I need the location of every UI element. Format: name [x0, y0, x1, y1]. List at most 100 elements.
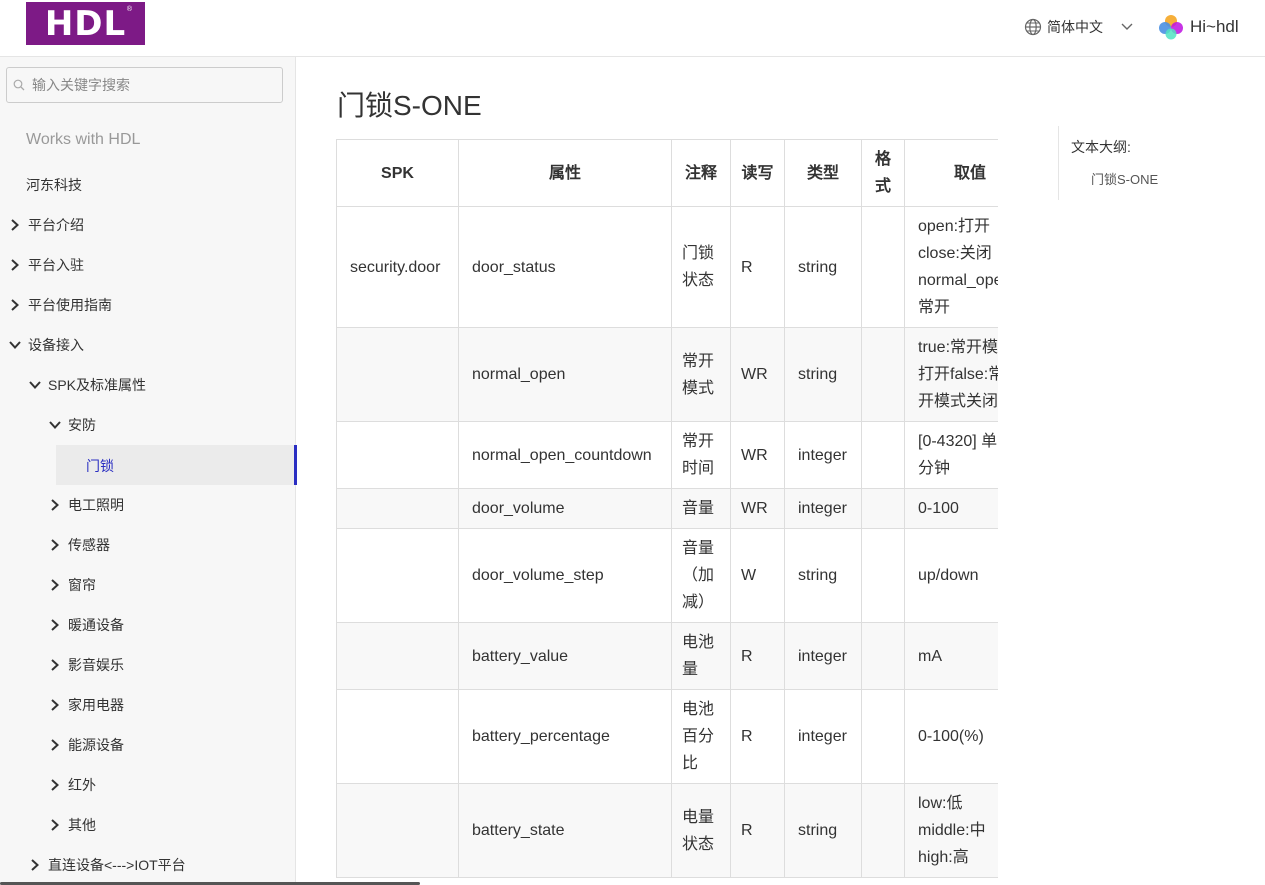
- read-write-cell: WR: [730, 421, 785, 489]
- sidebar-item-label: 红外: [68, 777, 96, 793]
- search-box[interactable]: [6, 67, 283, 103]
- sidebar-item[interactable]: 家用电器: [48, 693, 124, 717]
- chevron-down-icon[interactable]: [28, 380, 42, 390]
- read-write-cell: WR: [730, 488, 785, 529]
- sidebar-item[interactable]: 影音娱乐: [48, 653, 124, 677]
- table-row: battery_state 电量状态 Rstring low:低 middle:中 hig…: [336, 783, 998, 878]
- sidebar-item-label: 电工照明: [68, 497, 124, 513]
- sidebar-item[interactable]: 设备接入: [8, 333, 84, 357]
- sidebar-item[interactable]: 其他: [48, 813, 96, 837]
- outline-item[interactable]: 门锁S-ONE: [1091, 169, 1158, 188]
- header-value: 取值: [904, 139, 998, 207]
- sidebar-item-label: 平台介绍: [28, 217, 84, 233]
- sidebar-item-label: 影音娱乐: [68, 657, 124, 673]
- chevron-right-icon[interactable]: [8, 259, 22, 271]
- property-cell: battery_percentage: [458, 689, 672, 784]
- read-write-cell: W: [730, 528, 785, 623]
- header-spk: SPK: [336, 139, 459, 207]
- logo-registered-mark: ®: [126, 6, 132, 13]
- chevron-right-icon[interactable]: [48, 779, 62, 791]
- property-cell: door_status: [458, 206, 672, 328]
- note-cell: 音量（加减）: [671, 528, 731, 623]
- header-note: 注释: [671, 139, 731, 207]
- sidebar-item[interactable]: 安防: [48, 413, 96, 437]
- chevron-right-icon[interactable]: [48, 819, 62, 831]
- chevron-down-icon[interactable]: [48, 420, 62, 430]
- sidebar-item-label: 门锁: [86, 458, 114, 474]
- table-row: door_volume 音量 WR integer 0-100: [336, 488, 998, 529]
- chevron-right-icon[interactable]: [48, 539, 62, 551]
- user-menu[interactable]: Hi~hdl: [1158, 14, 1239, 40]
- sidebar-item-active[interactable]: 门锁: [56, 445, 297, 485]
- spk-cell: [336, 528, 459, 623]
- sidebar-item[interactable]: 平台入驻: [8, 253, 84, 277]
- header-type: 类型: [784, 139, 862, 207]
- value-line: low:低: [918, 795, 963, 812]
- sidebar-item[interactable]: 平台介绍: [8, 213, 84, 237]
- spk-cell: [336, 622, 459, 690]
- chevron-right-icon[interactable]: [48, 499, 62, 511]
- spk-cell: [336, 783, 459, 878]
- spk-cell: [336, 689, 459, 784]
- header-read-write: 读写: [730, 139, 785, 207]
- chevron-right-icon[interactable]: [48, 659, 62, 671]
- value-line: normal_ope: [918, 272, 998, 289]
- sidebar-item[interactable]: 红外: [48, 773, 96, 797]
- sidebar-item[interactable]: 窗帘: [48, 573, 96, 597]
- page-title: 门锁S-ONE: [337, 90, 482, 121]
- value-line: 0-100(%): [918, 728, 984, 745]
- value-line: high:高: [918, 849, 969, 866]
- language-selector[interactable]: 简体中文: [1024, 16, 1138, 38]
- language-label: 简体中文: [1047, 19, 1103, 35]
- sidebar-item[interactable]: SPK及标准属性: [28, 373, 146, 397]
- table-row: security.door door_status 门锁状态 Rstring open:…: [336, 206, 998, 328]
- chevron-right-icon[interactable]: [48, 619, 62, 631]
- sidebar-item[interactable]: 传感器: [48, 533, 110, 557]
- sidebar-item-label: 河东科技: [26, 177, 82, 193]
- value-line: open:打开: [918, 218, 991, 235]
- read-write-cell: R: [730, 206, 785, 328]
- note-cell: 门锁状态: [671, 206, 731, 328]
- value-line: mA: [918, 647, 942, 665]
- chevron-right-icon[interactable]: [48, 739, 62, 751]
- chevron-right-icon[interactable]: [48, 699, 62, 711]
- hdl-logo[interactable]: HDL ®: [26, 2, 145, 45]
- table-row: normal_open 常开模式 WR string true:常开模 打开false:常…: [336, 327, 998, 422]
- type-cell: string: [784, 528, 862, 623]
- value-cell: low:低 middle:中 high:高: [904, 783, 998, 878]
- sidebar-item[interactable]: 平台使用指南: [8, 293, 112, 317]
- format-cell: [861, 206, 905, 328]
- value-line: [0-4320] 单: [918, 433, 998, 450]
- sidebar-item[interactable]: 能源设备: [48, 733, 124, 757]
- works-with-hdl-link[interactable]: Works with HDL: [26, 128, 140, 152]
- property-cell: door_volume_step: [458, 528, 672, 623]
- user-greeting: Hi~hdl: [1190, 17, 1239, 36]
- value-cell: open:打开 close:关闭 normal_ope 常开: [904, 206, 998, 328]
- format-cell: [861, 327, 905, 422]
- value-line: 分钟: [918, 460, 951, 477]
- sidebar-item-label: 平台入驻: [28, 257, 84, 273]
- note-cell: 常开模式: [671, 327, 731, 422]
- note-cell: 电池量: [671, 622, 731, 690]
- chevron-right-icon[interactable]: [28, 859, 42, 871]
- sidebar-item-label: 直连设备<--->IOT平台: [48, 857, 186, 873]
- sidebar-item[interactable]: 电工照明: [48, 493, 124, 517]
- search-input[interactable]: [30, 76, 274, 94]
- note-cell: 电池百分比: [671, 689, 731, 784]
- document-outline: 文本大纲: 门锁S-ONE: [1058, 126, 1239, 200]
- sidebar-item[interactable]: 河东科技: [26, 173, 82, 197]
- format-cell: [861, 528, 905, 623]
- sidebar-item[interactable]: 直连设备<--->IOT平台: [28, 853, 186, 877]
- header-format: 格式: [861, 139, 905, 207]
- type-cell: string: [784, 327, 862, 422]
- chevron-right-icon[interactable]: [8, 299, 22, 311]
- chevron-right-icon[interactable]: [8, 219, 22, 231]
- chevron-down-icon[interactable]: [8, 340, 22, 350]
- sidebar-item-label: 安防: [68, 417, 96, 433]
- spk-table-container: SPK 属性 注释 读写 类型 格式 取值 security.door door_…: [336, 139, 998, 885]
- chevron-right-icon[interactable]: [48, 579, 62, 591]
- value-cell: mA: [904, 622, 998, 690]
- sidebar-item[interactable]: 暖通设备: [48, 613, 124, 637]
- sidebar-item-label: 传感器: [68, 537, 110, 553]
- property-cell: normal_open_countdown: [458, 421, 672, 489]
